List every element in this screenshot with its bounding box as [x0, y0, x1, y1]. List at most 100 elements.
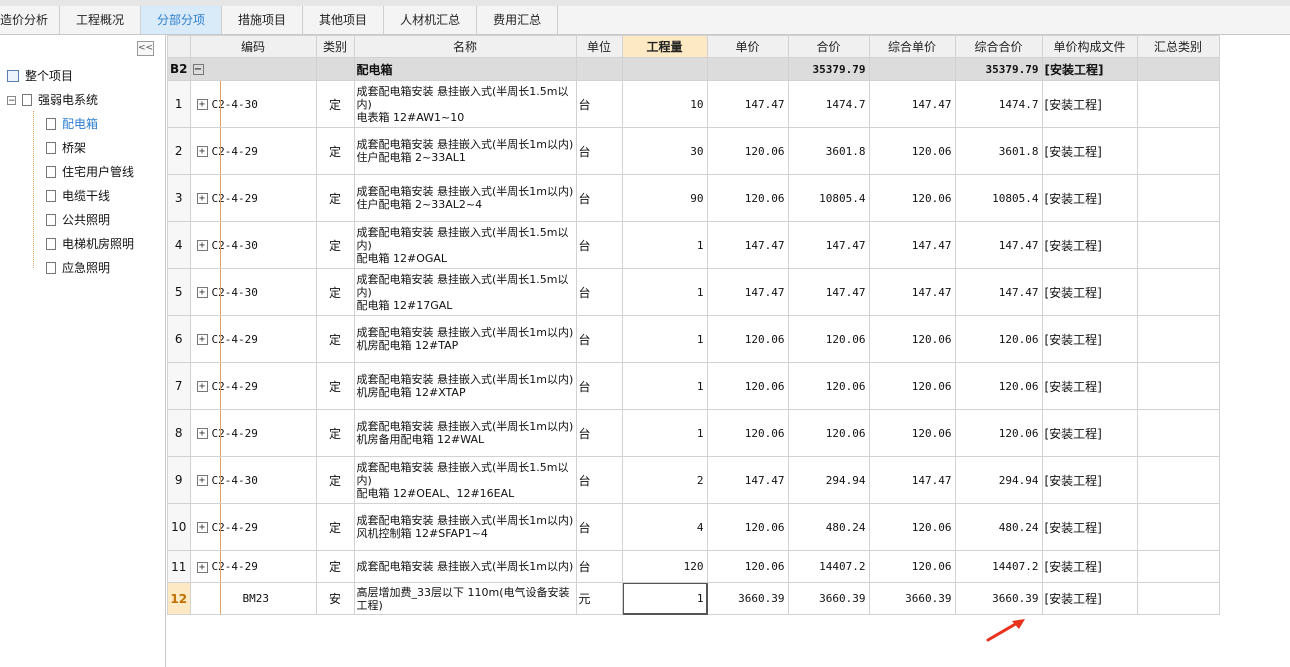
expand-icon[interactable]: +	[196, 287, 208, 298]
row-name[interactable]: 成套配电箱安装 悬挂嵌入式(半周长1.5m以内) 配电箱 12#OEAL、12#1…	[353, 456, 577, 504]
row-summary-category[interactable]	[1136, 503, 1220, 551]
row-type[interactable]: 定	[315, 221, 355, 269]
row-unit-price[interactable]: 147.47	[706, 221, 789, 269]
row-unit[interactable]: 元	[575, 582, 623, 615]
row-number[interactable]: 3	[167, 174, 191, 222]
row-name[interactable]: 成套配电箱安装 悬挂嵌入式(半周长1m以内)	[353, 550, 577, 583]
row-unit-price[interactable]: 120.06	[706, 503, 789, 551]
expand-icon[interactable]: +	[196, 334, 208, 345]
tab-measures[interactable]: 措施项目	[222, 6, 304, 34]
table-row[interactable]: 6 + C2-4-29 定成套配电箱安装 悬挂嵌入式(半周长1m以内) 机房配电箱 12…	[167, 315, 1220, 363]
row-type[interactable]: 定	[315, 127, 355, 175]
row-quantity[interactable]: 1	[621, 362, 708, 410]
row-summary-category[interactable]	[1136, 550, 1220, 583]
row-price-file[interactable]: [安装工程]	[1041, 362, 1138, 410]
row-price-file[interactable]: [安装工程]	[1041, 456, 1138, 504]
expand-icon[interactable]: +	[196, 522, 208, 533]
col-header-price-file[interactable]: 单价构成文件	[1041, 35, 1138, 58]
tree-group-item[interactable]: − 强弱电系统	[7, 89, 98, 111]
row-summary-category[interactable]	[1136, 174, 1220, 222]
tree-root-item[interactable]: 整个项目	[7, 65, 73, 87]
row-price-file[interactable]: [安装工程]	[1041, 221, 1138, 269]
expand-icon[interactable]: +	[196, 240, 208, 251]
group-row[interactable]: B2 − 配电箱 35379.79 35379.79 [安装工程]	[167, 57, 1220, 81]
row-price-file[interactable]: [安装工程]	[1041, 409, 1138, 457]
row-unit-price[interactable]: 120.06	[706, 409, 789, 457]
row-unit[interactable]: 台	[575, 268, 623, 316]
row-name[interactable]: 成套配电箱安装 悬挂嵌入式(半周长1m以内) 住户配电箱 2~33AL2~4	[353, 174, 577, 222]
row-code[interactable]: + C2-4-29	[189, 409, 317, 457]
row-number[interactable]: 9	[167, 456, 191, 504]
row-quantity[interactable]: 1	[621, 268, 708, 316]
row-summary-category[interactable]	[1136, 268, 1220, 316]
row-summary-category[interactable]	[1136, 221, 1220, 269]
collapse-panel-button[interactable]: <<	[137, 41, 154, 56]
col-header-unit[interactable]: 单位	[575, 35, 623, 58]
col-header-total[interactable]: 合价	[787, 35, 870, 58]
sidebar-item-residential-pipe[interactable]: 住宅用户管线	[46, 161, 134, 183]
sidebar-item-distribution-box[interactable]: 配电箱	[46, 113, 98, 135]
col-header-type[interactable]: 类别	[315, 35, 355, 58]
row-type[interactable]: 定	[315, 174, 355, 222]
group-row-name[interactable]: 配电箱	[353, 57, 577, 81]
row-summary-category[interactable]	[1136, 362, 1220, 410]
row-unit-price[interactable]: 120.06	[706, 315, 789, 363]
row-type[interactable]: 定	[315, 315, 355, 363]
expand-icon[interactable]: +	[196, 561, 208, 573]
row-unit-price[interactable]: 120.06	[706, 174, 789, 222]
row-unit[interactable]: 台	[575, 456, 623, 504]
row-code[interactable]: + C2-4-29	[189, 550, 317, 583]
col-header-comp-unit-price[interactable]: 综合单价	[868, 35, 956, 58]
row-price-file[interactable]: [安装工程]	[1041, 174, 1138, 222]
row-summary-category[interactable]	[1136, 315, 1220, 363]
row-type[interactable]: 定	[315, 550, 355, 583]
row-code[interactable]: + C2-4-29	[189, 362, 317, 410]
table-row[interactable]: 5 + C2-4-30 定成套配电箱安装 悬挂嵌入式(半周长1.5m以内) 配电箱 12…	[167, 268, 1220, 316]
table-row[interactable]: 11 + C2-4-29 定成套配电箱安装 悬挂嵌入式(半周长1m以内) 台 120 120…	[167, 550, 1220, 583]
expand-icon[interactable]: +	[196, 381, 208, 392]
row-number[interactable]: 8	[167, 409, 191, 457]
row-code[interactable]: + C2-4-30	[189, 268, 317, 316]
row-type[interactable]: 定	[315, 362, 355, 410]
row-price-file[interactable]: [安装工程]	[1041, 268, 1138, 316]
sidebar-item-elevator-room-lighting[interactable]: 电梯机房照明	[46, 233, 134, 255]
collapse-icon[interactable]: −	[192, 64, 204, 75]
row-unit[interactable]: 台	[575, 550, 623, 583]
row-unit[interactable]: 台	[575, 80, 623, 128]
row-summary-category[interactable]	[1136, 80, 1220, 128]
row-type[interactable]: 定	[315, 456, 355, 504]
sidebar-item-emergency-lighting[interactable]: 应急照明	[46, 257, 110, 279]
row-price-file[interactable]: [安装工程]	[1041, 503, 1138, 551]
table-row[interactable]: 3 + C2-4-29 定成套配电箱安装 悬挂嵌入式(半周长1m以内) 住户配电箱 2~…	[167, 174, 1220, 222]
row-type[interactable]: 安	[315, 582, 355, 615]
row-quantity[interactable]: 1	[621, 409, 708, 457]
row-unit-price[interactable]: 120.06	[706, 550, 789, 583]
table-row[interactable]: 1 + C2-4-30 定成套配电箱安装 悬挂嵌入式(半周长1.5m以内) 电表箱 12…	[167, 80, 1220, 128]
tab-other-items[interactable]: 其他项目	[303, 6, 385, 34]
row-summary-category[interactable]	[1136, 456, 1220, 504]
row-unit[interactable]: 台	[575, 174, 623, 222]
row-name[interactable]: 成套配电箱安装 悬挂嵌入式(半周长1m以内) 机房配电箱 12#TAP	[353, 315, 577, 363]
row-number[interactable]: 2	[167, 127, 191, 175]
row-code[interactable]: + C2-4-30	[189, 221, 317, 269]
row-quantity[interactable]: 4	[621, 503, 708, 551]
row-code[interactable]: + C2-4-29	[189, 174, 317, 222]
row-quantity[interactable]: 1	[621, 315, 708, 363]
table-row[interactable]: 7 + C2-4-29 定成套配电箱安装 悬挂嵌入式(半周长1m以内) 机房配电箱 12…	[167, 362, 1220, 410]
row-price-file[interactable]: [安装工程]	[1041, 80, 1138, 128]
row-unit[interactable]: 台	[575, 362, 623, 410]
row-quantity[interactable]: 1	[621, 582, 708, 615]
row-type[interactable]: 定	[315, 80, 355, 128]
row-unit-price[interactable]: 120.06	[706, 362, 789, 410]
row-number[interactable]: 10	[167, 503, 191, 551]
row-code[interactable]: + C2-4-30	[189, 80, 317, 128]
row-unit[interactable]: 台	[575, 503, 623, 551]
row-quantity[interactable]: 120	[621, 550, 708, 583]
row-price-file[interactable]: [安装工程]	[1041, 582, 1138, 615]
row-price-file[interactable]: [安装工程]	[1041, 127, 1138, 175]
row-number[interactable]: 7	[167, 362, 191, 410]
table-row[interactable]: 4 + C2-4-30 定成套配电箱安装 悬挂嵌入式(半周长1.5m以内) 配电箱 12…	[167, 221, 1220, 269]
row-quantity[interactable]: 1	[621, 221, 708, 269]
expand-icon[interactable]: +	[196, 428, 208, 439]
sidebar-item-cable-trunk[interactable]: 电缆干线	[46, 185, 110, 207]
